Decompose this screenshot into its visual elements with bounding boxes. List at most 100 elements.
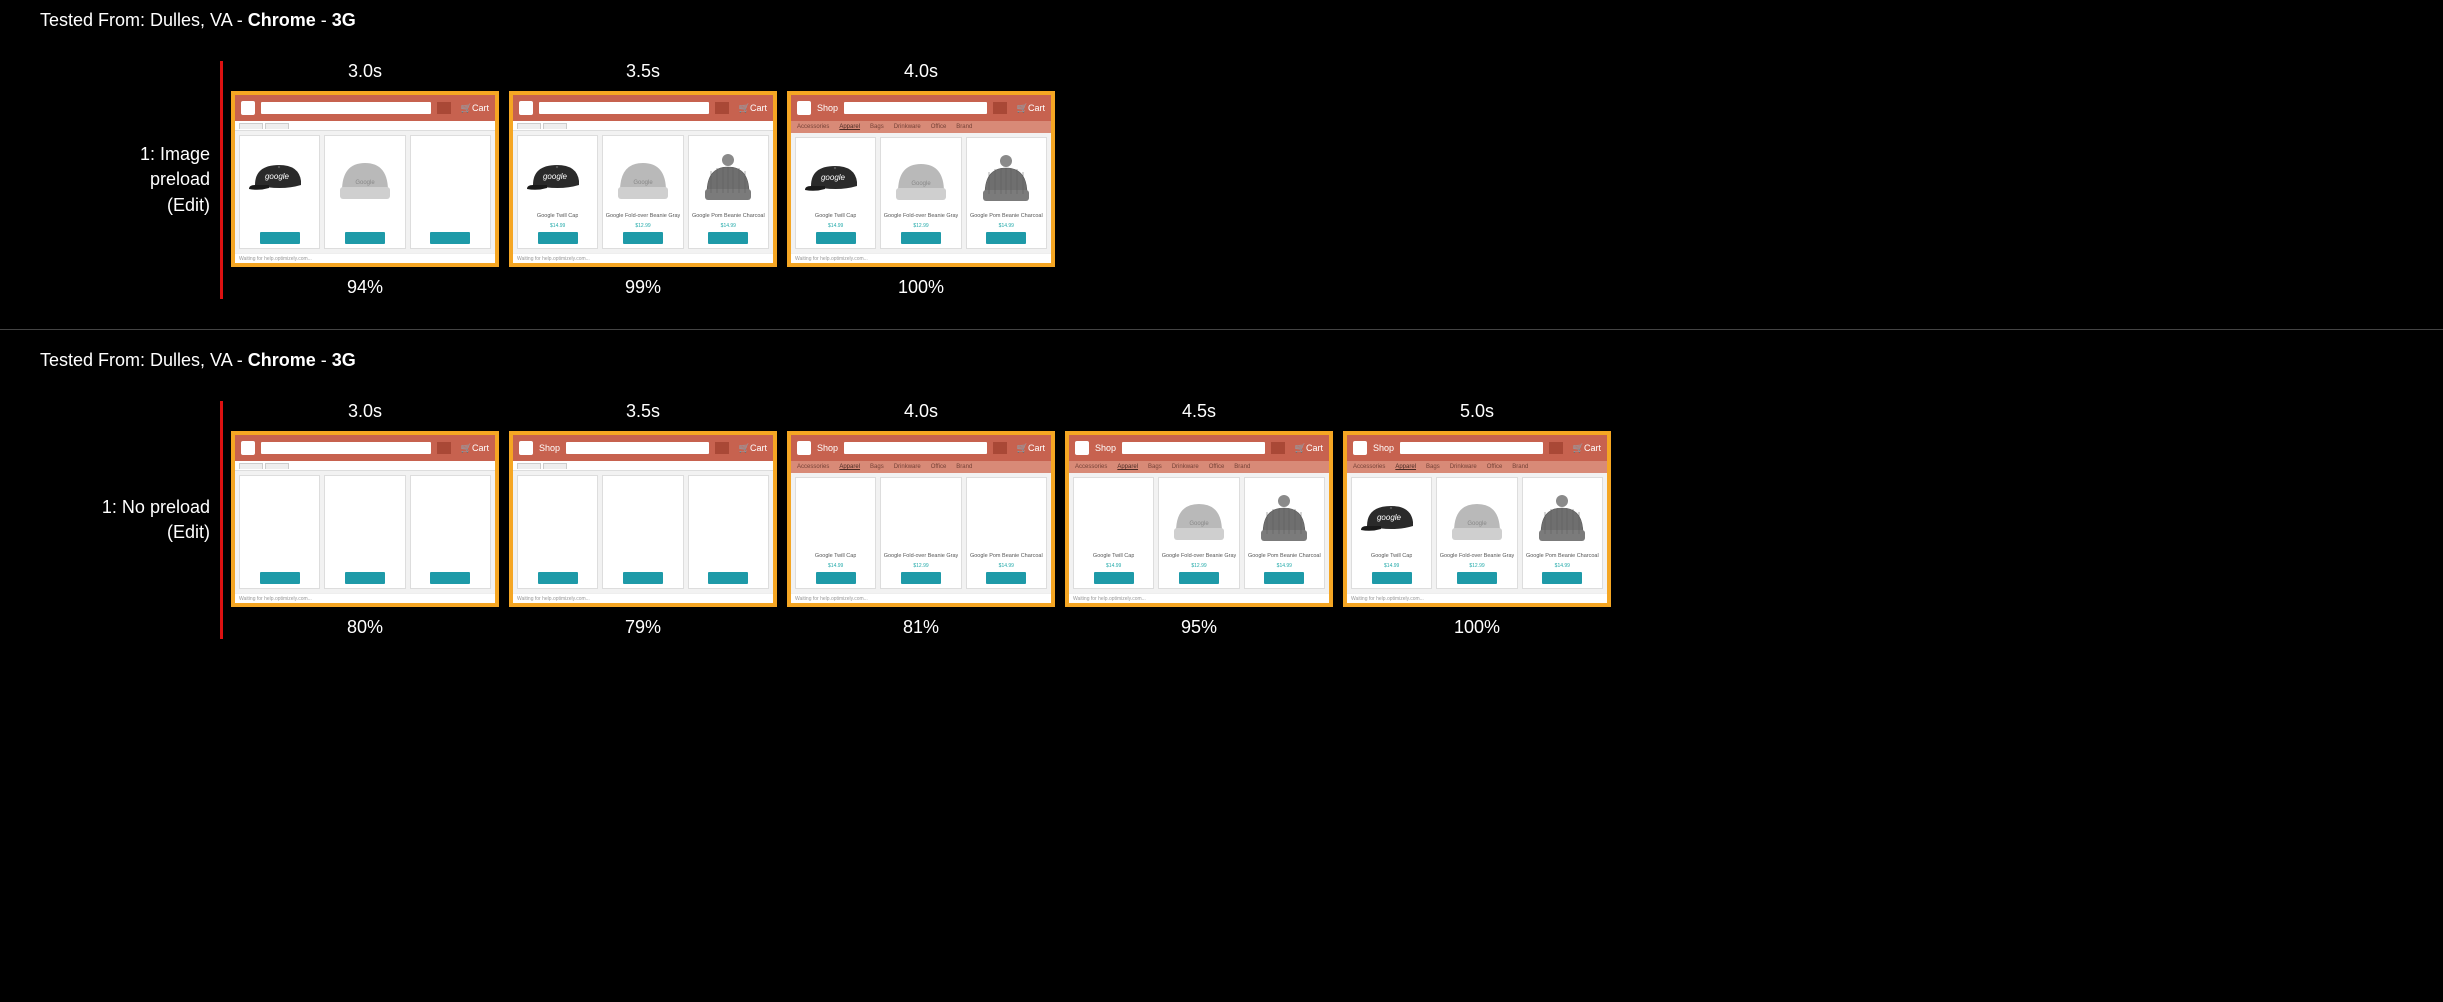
mock-add-to-cart-button — [986, 232, 1026, 244]
frame-time-label: 5.0s — [1460, 401, 1494, 423]
mock-add-to-cart-button — [816, 572, 856, 584]
frame-thumbnail[interactable]: 🛒Cart Google Twill Cap $14.99 Google Fol… — [509, 91, 777, 267]
mock-nav-item: Accessories — [1075, 464, 1107, 470]
filmstrip-section: Tested From: Dulles, VA - Chrome - 3G 1:… — [0, 0, 2443, 319]
frame-thumbnail[interactable]: Shop 🛒Cart Waiti — [509, 431, 777, 607]
frame-visual-complete-label: 94% — [347, 277, 383, 299]
mock-product-card — [517, 475, 598, 589]
mock-status-bar: Waiting for help.optimizely.com... — [1347, 593, 1607, 603]
mock-product-name: Google Fold-over Beanie Gray — [884, 213, 959, 221]
frame-time-label: 4.0s — [904, 61, 938, 83]
frame-time-label: 3.5s — [626, 61, 660, 83]
filmstrip-frame[interactable]: 5.0s Shop 🛒Cart AccessoriesApparelBagsDr… — [1343, 401, 1611, 639]
mock-logo-icon — [241, 101, 255, 115]
mock-product-grid — [235, 471, 495, 593]
frame-thumbnail[interactable]: Shop 🛒Cart AccessoriesApparelBagsDrinkwa… — [1065, 431, 1333, 607]
mock-product-image — [520, 480, 595, 553]
filmstrip-frame[interactable]: 3.5s 🛒Cart Google Twill Cap $14.99 Googl… — [509, 61, 777, 299]
mock-status-bar: Waiting for help.optimizely.com... — [513, 593, 773, 603]
filmstrip-frame[interactable]: 3.0s 🛒Cart — [231, 61, 499, 299]
mock-search-input — [844, 442, 987, 454]
mock-logo-icon — [241, 441, 255, 455]
mock-product-price: $14.99 — [999, 563, 1014, 569]
row-label-line2: preload — [150, 167, 210, 192]
mock-nav-item: Apparel — [839, 124, 860, 130]
mock-nav: AccessoriesApparelBagsDrinkwareOfficeBra… — [1347, 461, 1607, 473]
mock-product-card: Google Fold-over Beanie Gray $12.99 — [880, 137, 961, 249]
row-edit-link[interactable]: (Edit) — [167, 193, 210, 218]
mock-add-to-cart-button — [708, 572, 748, 584]
mock-header: Shop 🛒Cart — [1069, 435, 1329, 461]
tested-from-network: 3G — [332, 350, 356, 370]
mock-status-bar: Waiting for help.optimizely.com... — [1069, 593, 1329, 603]
mock-shop-label: Shop — [539, 443, 560, 453]
mock-status-bar: Waiting for help.optimizely.com... — [513, 253, 773, 263]
mock-status-bar: Waiting for help.optimizely.com... — [235, 253, 495, 263]
mock-search-input — [261, 102, 431, 114]
mock-product-price: $14.99 — [1384, 563, 1399, 569]
mock-product-price: $14.99 — [721, 223, 736, 229]
filmstrip-frame[interactable]: 4.5s Shop 🛒Cart AccessoriesApparelBagsDr… — [1065, 401, 1333, 639]
row-label-line1: 1: Image — [140, 142, 210, 167]
mock-status-bar: Waiting for help.optimizely.com... — [791, 593, 1051, 603]
mock-nav-item: Brand — [1512, 464, 1528, 470]
frame-thumbnail[interactable]: 🛒Cart Waiting for help.optimizely.com... — [231, 91, 499, 267]
filmstrip-frame[interactable]: 3.5s Shop 🛒Cart — [509, 401, 777, 639]
mock-product-name: Google Twill Cap — [1093, 553, 1134, 561]
row-edit-link[interactable]: (Edit) — [167, 520, 210, 545]
mock-nav-item: Office — [1209, 464, 1225, 470]
mock-search-input — [844, 102, 987, 114]
mock-product-image — [413, 480, 488, 553]
mock-product-name: Google Pom Beanie Charcoal — [1248, 553, 1321, 561]
filmstrip-frames: 3.0s 🛒Cart — [231, 61, 1055, 299]
mock-search-input — [1400, 442, 1543, 454]
mock-add-to-cart-button — [1372, 572, 1412, 584]
tested-from-browser: Chrome — [248, 10, 316, 30]
mock-add-to-cart-button — [1264, 572, 1304, 584]
mock-product-grid — [235, 131, 495, 253]
mock-product-card: Google Twill Cap $14.99 — [795, 477, 876, 589]
mock-product-price: $12.99 — [1191, 563, 1206, 569]
mock-product-name: Google Twill Cap — [815, 553, 856, 561]
mock-add-to-cart-button — [986, 572, 1026, 584]
mock-add-to-cart-button — [260, 232, 300, 244]
filmstrip-frame[interactable]: 3.0s 🛒Cart — [231, 401, 499, 639]
mock-nav-item: Bags — [1148, 464, 1162, 470]
mock-nav-item: Brand — [1234, 464, 1250, 470]
mock-nav-item: Brand — [956, 124, 972, 130]
mock-product-card — [688, 475, 769, 589]
mock-nav-item: Drinkware — [1172, 464, 1199, 470]
mock-add-to-cart-button — [1094, 572, 1134, 584]
mock-product-name: Google Fold-over Beanie Gray — [1162, 553, 1237, 561]
mock-add-to-cart-button — [345, 572, 385, 584]
mock-status-bar: Waiting for help.optimizely.com... — [791, 253, 1051, 263]
frame-thumbnail[interactable]: 🛒Cart Waiting for help.optimizely.com... — [231, 431, 499, 607]
frame-thumbnail[interactable]: Shop 🛒Cart AccessoriesApparelBagsDrinkwa… — [787, 91, 1055, 267]
mock-cart-icon: 🛒Cart — [735, 443, 767, 454]
mock-product-card: Google Pom Beanie Charcoal $14.99 — [966, 137, 1047, 249]
tested-from-browser: Chrome — [248, 350, 316, 370]
mock-product-image — [242, 140, 317, 213]
mock-nav-item: Drinkware — [1450, 464, 1477, 470]
filmstrip-frame[interactable]: 4.0s Shop 🛒Cart AccessoriesApparelBagsDr… — [787, 401, 1055, 639]
mock-search-button-icon — [993, 442, 1007, 454]
frame-visual-complete-label: 99% — [625, 277, 661, 299]
frame-time-label: 3.0s — [348, 401, 382, 423]
mock-product-image — [1076, 482, 1151, 553]
frame-time-label: 4.0s — [904, 401, 938, 423]
filmstrip-frame[interactable]: 4.0s Shop 🛒Cart AccessoriesApparelBagsDr… — [787, 61, 1055, 299]
mock-product-image — [1161, 482, 1236, 553]
mock-cart-icon: 🛒Cart — [735, 103, 767, 114]
mock-product-card — [410, 135, 491, 249]
mock-product-image — [1354, 482, 1429, 553]
mock-tabstrip — [513, 461, 773, 471]
mock-nav-item: Bags — [870, 124, 884, 130]
frame-thumbnail[interactable]: Shop 🛒Cart AccessoriesApparelBagsDrinkwa… — [787, 431, 1055, 607]
frame-time-label: 3.0s — [348, 61, 382, 83]
frame-thumbnail[interactable]: Shop 🛒Cart AccessoriesApparelBagsDrinkwa… — [1343, 431, 1611, 607]
mock-product-image — [605, 140, 680, 213]
mock-product-image — [1247, 482, 1322, 553]
mock-header: Shop 🛒Cart — [791, 435, 1051, 461]
row-label-line1: 1: No preload — [102, 495, 210, 520]
mock-product-card — [602, 475, 683, 589]
